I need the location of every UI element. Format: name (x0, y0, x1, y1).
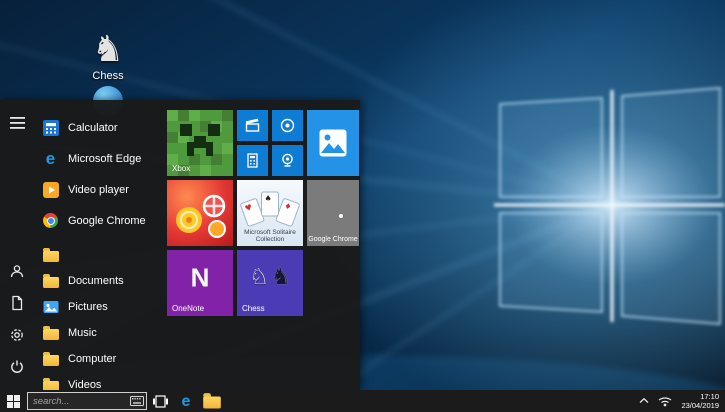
taskbar-clock[interactable]: 17:10 23/04/2019 (681, 392, 719, 410)
start-app-google-chrome[interactable]: Google Chrome (34, 205, 164, 236)
settings-gear-icon[interactable] (7, 325, 27, 345)
pictures-icon (42, 299, 59, 316)
windows-desktop: ♞ Chess (0, 0, 725, 412)
black-knight-icon: ♞ (271, 267, 291, 289)
windows-logo-icon (7, 395, 20, 408)
start-folder-item[interactable] (34, 242, 164, 268)
folder-icon (42, 247, 59, 264)
app-label: Google Chrome (68, 215, 146, 227)
folder-label: Pictures (68, 301, 108, 313)
tile-movies-tv[interactable] (237, 110, 268, 141)
taskbar: e 17:10 23/04/2019 (0, 390, 725, 412)
playing-cards-icon: ♥ ♦ ♠ (237, 180, 303, 232)
photos-icon (318, 128, 348, 158)
chess-knight-icon: ♞ (92, 30, 124, 70)
calculator-icon (244, 152, 261, 169)
folder-icon (42, 325, 59, 342)
taskbar-search[interactable] (27, 392, 147, 410)
candy-image (167, 180, 233, 246)
clapperboard-icon (244, 117, 261, 134)
tile-label: OneNote (172, 304, 204, 313)
app-label: Microsoft Edge (68, 153, 141, 165)
start-button[interactable] (0, 390, 26, 412)
clock-time: 17:10 (681, 392, 719, 401)
start-menu: Calculator e Microsoft Edge Video player… (0, 100, 360, 390)
tray-expand-chevron-icon[interactable] (639, 397, 649, 405)
start-folder-documents[interactable]: Documents (34, 268, 164, 294)
start-app-list: Calculator e Microsoft Edge Video player… (34, 100, 164, 390)
desktop-icon-label: Chess (92, 70, 123, 82)
disc-icon (279, 117, 296, 134)
tile-chess[interactable]: ♘ ♞ Chess (237, 250, 303, 316)
power-icon[interactable] (7, 357, 27, 377)
taskbar-edge-button[interactable]: e (173, 390, 199, 412)
account-icon[interactable] (7, 261, 27, 281)
folder-icon (42, 273, 59, 290)
tile-photos[interactable] (307, 110, 359, 176)
tile-label: Google Chrome (307, 236, 359, 243)
folder-label: Computer (68, 353, 116, 365)
folder-label: Documents (68, 275, 124, 287)
folder-icon (42, 351, 59, 368)
start-app-microsoft-edge[interactable]: e Microsoft Edge (34, 143, 164, 174)
tile-camera[interactable] (272, 145, 303, 176)
start-folder-music[interactable]: Music (34, 320, 164, 346)
svg-text:♠: ♠ (265, 194, 272, 203)
onenote-n-icon: N (191, 262, 210, 293)
keyboard-icon[interactable] (130, 396, 144, 406)
network-icon[interactable] (658, 396, 672, 407)
start-folder-pictures[interactable]: Pictures (34, 294, 164, 320)
rail-bottom-group (7, 258, 27, 380)
file-explorer-icon (203, 396, 221, 408)
hamburger-menu-icon[interactable] (7, 113, 27, 133)
white-knight-icon: ♘ (249, 267, 269, 289)
start-tile-area: Xbox (164, 100, 360, 390)
chrome-icon (42, 212, 59, 229)
tile-google-chrome[interactable]: Google Chrome (307, 180, 359, 246)
search-input[interactable] (28, 393, 146, 409)
webcam-icon (279, 152, 296, 169)
tile-label: Microsoft Solitaire Collection (239, 229, 301, 243)
system-tray: 17:10 23/04/2019 (639, 392, 725, 410)
video-player-icon (42, 181, 59, 198)
app-label: Video player (68, 184, 129, 196)
start-app-video-player[interactable]: Video player (34, 174, 164, 205)
task-view-icon (153, 395, 168, 408)
start-folder-computer[interactable]: Computer (34, 346, 164, 372)
desktop-icon-chess[interactable]: ♞ Chess (76, 30, 140, 82)
task-view-button[interactable] (147, 390, 173, 412)
tile-label: Chess (242, 304, 265, 313)
app-label: Calculator (68, 122, 118, 134)
tile-candy-crush[interactable] (167, 180, 233, 246)
edge-icon: e (42, 150, 59, 167)
start-menu-rail (0, 100, 34, 390)
documents-icon[interactable] (7, 293, 27, 313)
folder-label: Music (68, 327, 97, 339)
tile-onenote[interactable]: N OneNote (167, 250, 233, 316)
start-app-calculator[interactable]: Calculator (34, 112, 164, 143)
start-folder-list: Documents Pictures Music Computer (34, 242, 164, 398)
tile-label: Xbox (172, 164, 190, 173)
clock-date: 23/04/2019 (681, 401, 719, 410)
tile-solitaire[interactable]: ♥ ♦ ♠ Microsoft Solitaire Collection (237, 180, 303, 246)
tile-groove-music[interactable] (272, 110, 303, 141)
edge-icon: e (182, 393, 191, 410)
tile-xbox[interactable]: Xbox (167, 110, 233, 176)
tile-calculator[interactable] (237, 145, 268, 176)
taskbar-file-explorer-button[interactable] (199, 390, 225, 412)
calculator-icon (42, 119, 59, 136)
